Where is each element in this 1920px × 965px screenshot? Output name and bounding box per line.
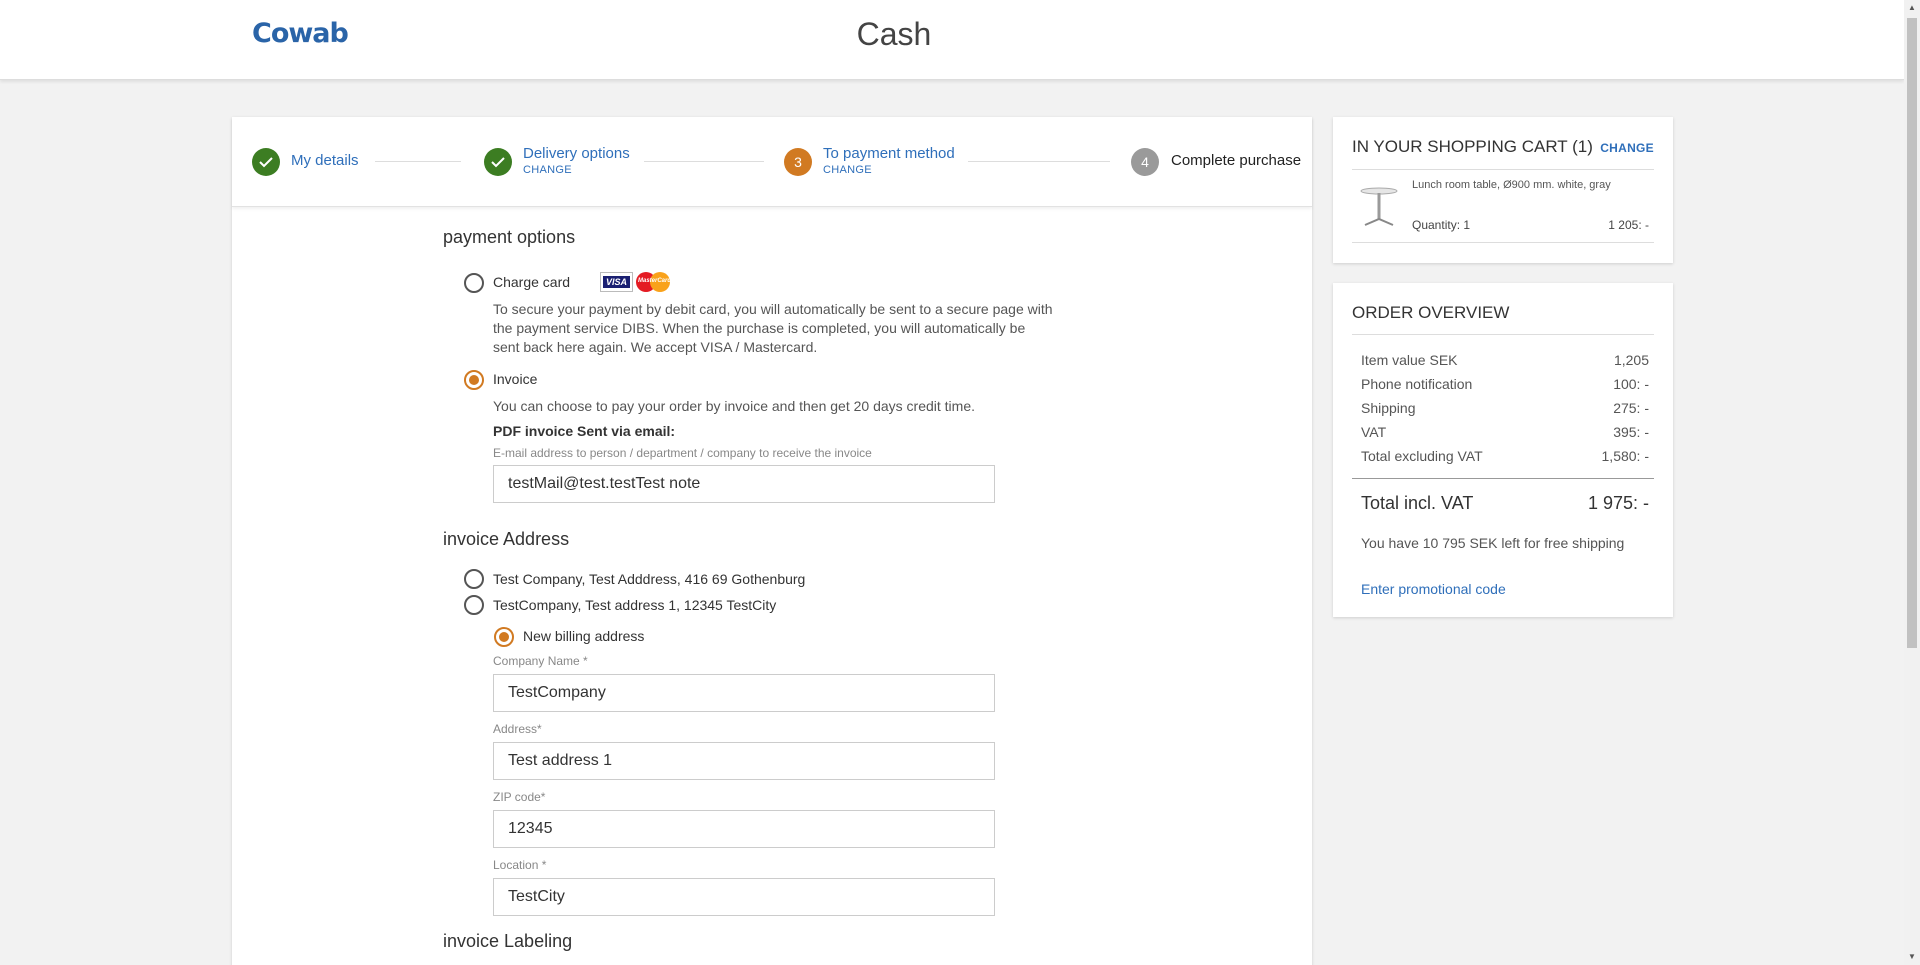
checkout-steps: My details Delivery options CHANGE 3 To … [232,117,1312,207]
page-title: Cash [856,16,932,52]
divider [1352,169,1654,170]
payment-change-link[interactable]: CHANGE [823,164,872,176]
invoice-description: You can choose to pay your order by invo… [493,398,976,414]
email-hint: E-mail address to person / department / … [493,446,872,460]
address-option-radio[interactable] [464,595,484,615]
company-name-label: Company Name * [493,654,588,668]
charge-card-radio[interactable] [464,273,484,293]
scroll-down-icon[interactable]: ▼ [1904,949,1920,965]
free-shipping-notice: You have 10 795 SEK left for free shippi… [1361,535,1625,551]
invoice-labeling-title: invoice Labeling [443,931,573,951]
invoice-address-title: invoice Address [443,529,570,549]
cart-item-name[interactable]: Lunch room table, Ø900 mm. white, gray [1412,179,1611,191]
step-divider [644,161,764,162]
total-incl-vat-value: 1 975: - [1587,493,1649,513]
zip-code-label: ZIP code* [493,790,546,804]
address-option-label[interactable]: Test Company, Test Adddress, 416 69 Goth… [493,571,805,587]
invoice-label[interactable]: Invoice [493,371,537,387]
cart-item-price: 1 205: - [1608,218,1649,232]
overview-row: Total excluding VAT 1,580: - [1361,448,1649,464]
cart-change-link[interactable]: CHANGE [1600,141,1654,155]
cart-title: IN YOUR SHOPPING CART (1) [1352,137,1593,156]
total-incl-vat-label: Total incl. VAT [1361,493,1474,513]
address-label: Address* [493,722,542,736]
step-divider [968,161,1110,162]
table-product-icon[interactable] [1359,185,1399,227]
step-number-3: 3 [784,148,812,176]
company-name-input[interactable]: TestCompany [493,674,995,712]
promo-code-link[interactable]: Enter promotional code [1361,581,1506,597]
check-icon [252,148,280,176]
location-input[interactable]: TestCity [493,878,995,916]
mastercard-icon: MasterCard [636,272,672,292]
step-my-details[interactable]: My details [291,152,359,169]
address-input[interactable]: Test address 1 [493,742,995,780]
order-overview-card: ORDER OVERVIEW Item value SEK 1,205 Phone… [1333,283,1673,617]
visa-icon: VISA [600,272,633,292]
step-number-4: 4 [1131,148,1159,176]
new-billing-radio[interactable] [494,627,514,647]
divider [1352,334,1654,335]
page-scrollbar[interactable]: ▲ ▼ [1904,0,1920,965]
step-payment-method[interactable]: To payment method [823,145,955,162]
shopping-cart-card: IN YOUR SHOPPING CART (1) CHANGE Lunch r… [1333,117,1673,263]
invoice-email-input[interactable]: testMail@test.testTest note [493,465,995,503]
charge-card-label[interactable]: Charge card [493,274,570,290]
overview-row: Phone notification 100: - [1361,376,1649,392]
overview-title: ORDER OVERVIEW [1352,303,1510,322]
scrollbar-thumb[interactable] [1907,18,1917,648]
step-complete-purchase: Complete purchase [1171,152,1302,169]
overview-row: Item value SEK 1,205 [1361,352,1649,368]
location-label: Location * [493,858,547,872]
zip-code-input[interactable]: 12345 [493,810,995,848]
site-header: Cowab Cash [0,0,1904,80]
address-option-label[interactable]: TestCompany, Test address 1, 12345 TestC… [493,597,776,613]
delivery-change-link[interactable]: CHANGE [523,164,572,176]
address-option-radio[interactable] [464,569,484,589]
new-billing-label[interactable]: New billing address [523,628,644,644]
overview-row: VAT 395: - [1361,424,1649,440]
cart-item-quantity: Quantity: 1 [1412,218,1471,232]
step-divider [375,161,461,162]
invoice-radio[interactable] [464,370,484,390]
payment-options-title: payment options [443,227,576,247]
check-icon [484,148,512,176]
pdf-invoice-label: PDF invoice Sent via email: [493,423,676,439]
overview-row: Shipping 275: - [1361,400,1649,416]
divider [1352,478,1654,479]
divider [1352,242,1654,243]
charge-card-description: To secure your payment by debit card, yo… [493,301,1053,355]
step-delivery-options[interactable]: Delivery options [523,145,630,162]
scroll-up-icon[interactable]: ▲ [1904,0,1920,16]
